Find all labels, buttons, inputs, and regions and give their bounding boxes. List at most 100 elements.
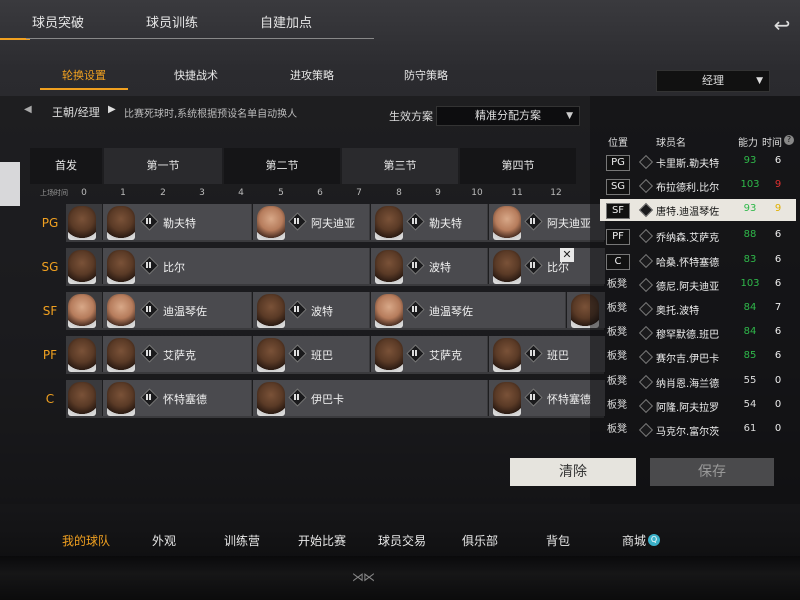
starter-face xyxy=(68,382,96,416)
roster-row[interactable]: 板凳 赛尔吉.伊巴卡 85 6 xyxy=(600,346,796,368)
rating-badge-icon xyxy=(141,213,157,229)
game-screen: 球员突破 球员训练 自建加点 ↩ 轮换设置 快捷战术 进攻策略 防守策略 经理 … xyxy=(0,0,800,600)
roster-row-selected[interactable]: SF 唐特.迪温琴佐 93 9 xyxy=(600,199,796,221)
roster-player-name: 马克尔.富尔茨 xyxy=(656,427,720,438)
player-name: 阿夫迪亚 xyxy=(547,217,591,230)
play-icon: ▶ xyxy=(108,104,116,115)
roster-position: PG xyxy=(606,155,630,171)
nav-start-game[interactable]: 开始比赛 xyxy=(298,532,346,549)
player-face xyxy=(257,206,285,240)
tick: 5 xyxy=(278,188,284,198)
top-tab-player-breakthrough[interactable]: 球员突破 xyxy=(26,10,142,39)
top-tab-player-training[interactable]: 球员训练 xyxy=(140,10,258,39)
rotation-row-pg: 勒夫特 阿夫迪亚 勒夫特 阿夫迪亚 xyxy=(66,204,605,242)
close-icon[interactable]: ✕ xyxy=(560,248,574,262)
roster-row[interactable]: 板凳 纳肖恩.海兰德 55 0 xyxy=(600,371,796,393)
player-name: 勒夫特 xyxy=(429,217,462,230)
tick: 2 xyxy=(160,188,166,198)
rotation-card[interactable]: 比尔 xyxy=(488,248,605,284)
row-label-pf: PF xyxy=(42,348,58,362)
tab-defense-strategy[interactable]: 防守策略 xyxy=(382,64,470,88)
player-face xyxy=(257,294,285,328)
rotation-card[interactable]: 艾萨克 xyxy=(370,336,487,372)
roster-time: 0 xyxy=(774,375,782,386)
nav-shop[interactable]: 商城 xyxy=(622,532,646,549)
rotation-card[interactable]: 班巴 xyxy=(488,336,605,372)
rotation-card[interactable]: 怀特塞德 xyxy=(488,380,605,416)
back-arrow-icon[interactable]: ↩ xyxy=(770,14,794,36)
tick: 11 xyxy=(511,188,523,198)
rotation-card[interactable]: 艾萨克 xyxy=(102,336,251,372)
rotation-card[interactable]: 比尔 xyxy=(102,248,369,284)
rating-badge-icon xyxy=(640,327,652,339)
roster-row[interactable]: 板凳 马克尔.富尔茨 61 0 xyxy=(600,419,796,441)
nav-backpack[interactable]: 背包 xyxy=(546,532,570,549)
roster-row[interactable]: PG 卡里斯.勒夫特 93 6 xyxy=(600,151,796,173)
rotation-card[interactable]: 勒夫特 xyxy=(102,204,251,240)
role-select[interactable]: 经理 ▼ xyxy=(656,70,770,92)
player-face xyxy=(107,382,135,416)
rating-badge-icon xyxy=(640,279,652,291)
player-face xyxy=(493,382,521,416)
player-name: 迪温琴佐 xyxy=(163,305,207,318)
tick: 0 xyxy=(81,188,87,198)
roster-row[interactable]: 板凳 奥托.波特 84 7 xyxy=(600,298,796,320)
rotation-card[interactable]: 迪温琴佐 xyxy=(102,292,251,328)
rotation-card[interactable]: 波特 xyxy=(370,248,487,284)
help-icon[interactable]: ? xyxy=(784,135,794,145)
roster-position: 板凳 xyxy=(607,351,627,362)
roster-player-name: 德尼.阿夫迪亚 xyxy=(656,282,720,293)
top-tab-custom-points[interactable]: 自建加点 xyxy=(254,10,374,39)
tab-rotation-settings[interactable]: 轮换设置 xyxy=(40,64,128,90)
header-quarter-4: 第四节 xyxy=(460,148,576,184)
roster-player-name: 赛尔吉.伊巴卡 xyxy=(656,354,720,365)
roster-rating: 84 xyxy=(743,326,757,337)
rating-badge-icon xyxy=(407,213,423,229)
roster-row[interactable]: 板凳 德尼.阿夫迪亚 103 6 xyxy=(600,274,796,296)
roster-position: 板凳 xyxy=(607,279,627,290)
nav-appearance[interactable]: 外观 xyxy=(152,532,176,549)
roster-row[interactable]: PF 乔纳森.艾萨克 88 6 xyxy=(600,225,796,247)
rotation-card[interactable]: 勒夫特 xyxy=(370,204,487,240)
roster-rating: 103 xyxy=(740,278,760,289)
rotation-card[interactable]: 伊巴卡 xyxy=(252,380,487,416)
chevron-left-icon[interactable]: ◀ xyxy=(24,104,32,115)
effect-plan-select[interactable]: 精准分配方案 ▼ xyxy=(436,106,580,126)
tab-quick-tactics[interactable]: 快捷战术 xyxy=(152,64,240,88)
roster-rating: 61 xyxy=(743,423,757,434)
nav-club[interactable]: 俱乐部 xyxy=(462,532,498,549)
rotation-card[interactable]: 波特 xyxy=(252,292,369,328)
tick: 6 xyxy=(317,188,323,198)
header-quarter-2: 第二节 xyxy=(224,148,340,184)
rotation-card[interactable]: 迪温琴佐 xyxy=(370,292,565,328)
rotation-card[interactable]: 怀特塞德 xyxy=(102,380,251,416)
nav-training-camp[interactable]: 训练营 xyxy=(224,532,260,549)
rotation-card[interactable]: 阿夫迪亚 xyxy=(252,204,369,240)
roster-row[interactable]: SG 布拉德利.比尔 103 9 xyxy=(600,175,796,197)
clear-button[interactable]: 清除 xyxy=(510,458,636,486)
player-name: 怀特塞德 xyxy=(163,393,207,406)
player-name: 勒夫特 xyxy=(163,217,196,230)
rating-badge-icon xyxy=(289,213,305,229)
save-button[interactable]: 保存 xyxy=(650,458,774,486)
tab-offense-strategy[interactable]: 进攻策略 xyxy=(268,64,356,88)
roster-rating: 88 xyxy=(743,229,757,240)
rotation-row-sf: 迪温琴佐 波特 迪温琴佐 xyxy=(66,292,605,330)
roster-row[interactable]: 板凳 阿隆.阿夫拉罗 54 0 xyxy=(600,395,796,417)
roster-row[interactable]: C 哈桑.怀特塞德 83 6 xyxy=(600,250,796,272)
roster-time: 6 xyxy=(774,155,782,166)
nav-my-team[interactable]: 我的球队 xyxy=(62,532,110,549)
rotation-row-sg: 比尔 波特 比尔 xyxy=(66,248,605,286)
roster-row[interactable]: 板凳 穆罕默德.班巴 84 6 xyxy=(600,322,796,344)
rating-badge-icon xyxy=(141,345,157,361)
starter-face xyxy=(68,338,96,372)
roster-position: 板凳 xyxy=(607,424,627,435)
tick: 12 xyxy=(550,188,562,198)
rotation-card[interactable]: 班巴 xyxy=(252,336,369,372)
roster-position: PF xyxy=(606,229,630,245)
rotation-card[interactable]: 阿夫迪亚 xyxy=(488,204,605,240)
tick: 1 xyxy=(120,188,126,198)
rotation-row-c: 怀特塞德 伊巴卡 怀特塞德 xyxy=(66,380,605,418)
nav-player-trade[interactable]: 球员交易 xyxy=(378,532,426,549)
auto-sub-hint: 比赛死球时,系统根据预设名单自动换人 xyxy=(124,109,298,120)
